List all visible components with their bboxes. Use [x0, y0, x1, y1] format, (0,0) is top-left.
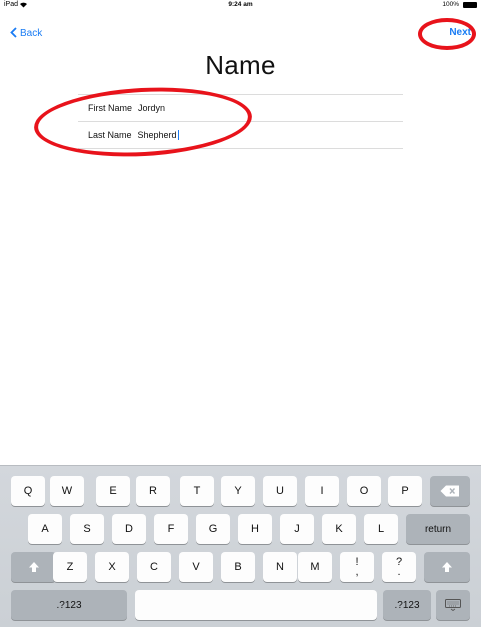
key-w[interactable]: W — [50, 476, 84, 506]
key-exclamation-comma[interactable]: ! , — [340, 552, 374, 582]
page-title: Name — [205, 50, 276, 80]
key-q[interactable]: Q — [11, 476, 45, 506]
battery-icon — [463, 2, 477, 8]
key-a[interactable]: A — [28, 514, 62, 544]
key-e[interactable]: E — [96, 476, 130, 506]
numbers-key-right[interactable]: .?123 — [383, 590, 431, 620]
status-time: 9:24 am — [228, 1, 253, 8]
key-c[interactable]: C — [137, 552, 171, 582]
backspace-icon — [440, 485, 460, 497]
key-v[interactable]: V — [179, 552, 213, 582]
key-o[interactable]: O — [347, 476, 381, 506]
key-b[interactable]: B — [221, 552, 255, 582]
key-y[interactable]: Y — [221, 476, 255, 506]
key-l[interactable]: L — [364, 514, 398, 544]
space-bar[interactable] — [135, 590, 377, 620]
key-exclamation-comma-glyphs: ! , — [355, 557, 359, 578]
chevron-left-icon — [10, 27, 17, 39]
key-question-period-glyphs: ? . — [396, 557, 402, 578]
battery-percent: 100% — [442, 1, 459, 8]
keyboard: Q W E R T Y U I O P A S D F G H J K L re… — [0, 465, 481, 627]
setup-screen: iPad 9:24 am 100% Back Next Name First N… — [0, 0, 481, 627]
key-g[interactable]: G — [196, 514, 230, 544]
key-m[interactable]: M — [298, 552, 332, 582]
key-f[interactable]: F — [154, 514, 188, 544]
return-key[interactable]: return — [406, 514, 470, 544]
key-t[interactable]: T — [180, 476, 214, 506]
key-k[interactable]: K — [322, 514, 356, 544]
key-period-bottom: . — [397, 566, 401, 578]
key-u[interactable]: U — [263, 476, 297, 506]
keyboard-icon — [445, 599, 461, 611]
key-x[interactable]: X — [95, 552, 129, 582]
shift-icon — [441, 561, 453, 573]
hide-keyboard-key[interactable] — [436, 590, 470, 620]
key-j[interactable]: J — [280, 514, 314, 544]
key-question-period[interactable]: ? . — [382, 552, 416, 582]
key-comma-bottom: , — [355, 566, 359, 578]
key-r[interactable]: R — [136, 476, 170, 506]
shift-key-right[interactable] — [424, 552, 470, 582]
key-i[interactable]: I — [305, 476, 339, 506]
shift-key-left[interactable] — [11, 552, 56, 582]
key-s[interactable]: S — [70, 514, 104, 544]
annotation-circle-name-fields — [32, 82, 254, 162]
back-button[interactable]: Back — [10, 27, 42, 39]
delete-key[interactable] — [430, 476, 470, 506]
key-d[interactable]: D — [112, 514, 146, 544]
annotation-circle-next — [418, 18, 476, 50]
key-p[interactable]: P — [388, 476, 422, 506]
back-label: Back — [20, 27, 43, 39]
key-h[interactable]: H — [238, 514, 272, 544]
key-n[interactable]: N — [263, 552, 297, 582]
key-z[interactable]: Z — [53, 552, 87, 582]
status-bar: iPad 9:24 am 100% — [0, 0, 481, 12]
shift-icon — [28, 561, 40, 573]
numbers-key-left[interactable]: .?123 — [11, 590, 127, 620]
